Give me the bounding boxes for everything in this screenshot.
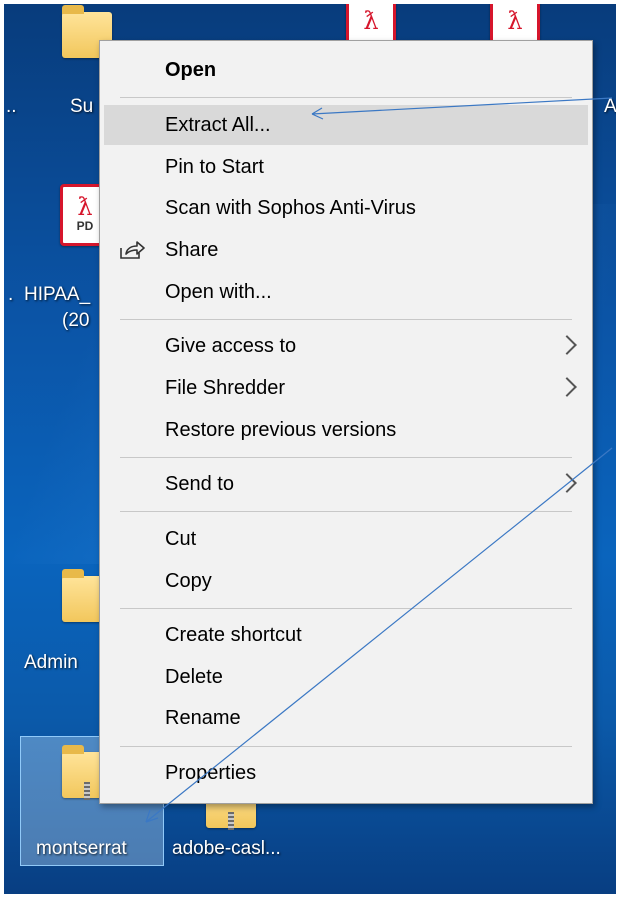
menu-item-label: File Shredder — [165, 377, 286, 399]
menu-item-properties[interactable]: Properties — [104, 753, 588, 793]
menu-item-label: Extract All... — [165, 114, 271, 136]
menu-item-extract-all[interactable]: Extract All... — [104, 105, 588, 145]
desktop-icon-label[interactable]: montserrat — [36, 838, 127, 860]
chevron-right-icon — [557, 473, 577, 493]
menu-item-label: Share — [165, 239, 219, 261]
menu-item-label: Scan with Sophos Anti-Virus — [165, 197, 416, 219]
context-menu: Open Extract All... Pin to Start Scan wi… — [99, 40, 593, 804]
menu-item-label: Copy — [165, 570, 212, 592]
desktop-icon-label[interactable]: Su — [70, 96, 93, 118]
menu-separator — [120, 608, 572, 609]
menu-item-cut[interactable]: Cut — [104, 519, 588, 559]
chevron-right-icon — [557, 335, 577, 355]
menu-item-label: Create shortcut — [165, 624, 302, 646]
menu-item-open-with[interactable]: Open with... — [104, 272, 588, 312]
menu-item-delete[interactable]: Delete — [104, 657, 588, 697]
desktop-icon-label[interactable]: Admin — [24, 652, 78, 674]
desktop-edge-fragment: .. — [6, 96, 17, 117]
menu-item-open[interactable]: Open — [104, 50, 588, 90]
menu-item-share[interactable]: Share — [104, 230, 588, 270]
chevron-right-icon — [557, 377, 577, 397]
menu-item-file-shredder[interactable]: File Shredder — [104, 368, 588, 408]
menu-item-label: Open — [165, 59, 217, 81]
desktop: Su .. ƛ ƛ A ƛ PD HIPAA_ (20 . Admin mont… — [4, 4, 616, 894]
desktop-icon-label[interactable]: HIPAA_ — [24, 284, 90, 306]
menu-separator — [120, 746, 572, 747]
menu-item-label: Cut — [165, 528, 197, 550]
zipper-icon — [84, 782, 90, 800]
menu-item-label: Give access to — [165, 335, 297, 357]
desktop-icon-label[interactable]: adobe-casl... — [172, 838, 281, 860]
menu-item-give-access[interactable]: Give access to — [104, 326, 588, 366]
menu-item-label: Rename — [165, 707, 241, 729]
desktop-icon-label[interactable]: (20 — [62, 310, 89, 332]
menu-item-label: Restore previous versions — [165, 419, 397, 441]
menu-item-label: Pin to Start — [165, 156, 264, 178]
zipper-icon — [228, 812, 234, 830]
menu-item-rename[interactable]: Rename — [104, 698, 588, 738]
screenshot-frame: Su .. ƛ ƛ A ƛ PD HIPAA_ (20 . Admin mont… — [0, 0, 619, 898]
menu-item-send-to[interactable]: Send to — [104, 464, 588, 504]
menu-item-label: Delete — [165, 666, 223, 688]
menu-separator — [120, 457, 572, 458]
menu-item-create-shortcut[interactable]: Create shortcut — [104, 615, 588, 655]
acrobat-logo-icon: ƛ — [507, 7, 523, 35]
menu-separator — [120, 511, 572, 512]
menu-item-copy[interactable]: Copy — [104, 561, 588, 601]
menu-item-pin-to-start[interactable]: Pin to Start — [104, 147, 588, 187]
menu-separator — [120, 97, 572, 98]
share-icon — [120, 241, 145, 259]
menu-item-restore-versions[interactable]: Restore previous versions — [104, 410, 588, 450]
desktop-edge-fragment: A — [604, 96, 616, 117]
menu-separator — [120, 319, 572, 320]
desktop-edge-fragment: . — [8, 284, 14, 305]
acrobat-logo-icon: ƛ — [363, 7, 379, 35]
menu-item-label: Open with... — [165, 281, 272, 303]
menu-item-label: Properties — [165, 762, 257, 784]
menu-item-label: Send to — [165, 473, 234, 495]
menu-item-scan-sophos[interactable]: Scan with Sophos Anti-Virus — [104, 188, 588, 228]
